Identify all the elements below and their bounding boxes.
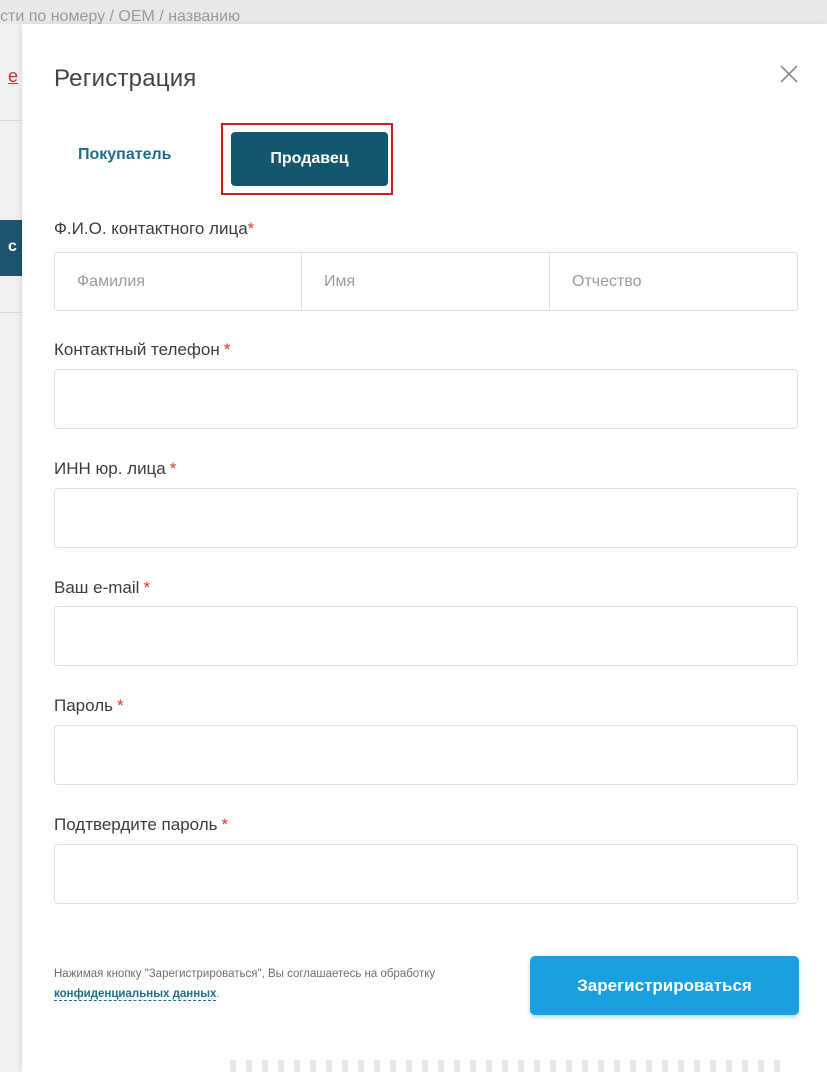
first-name-input[interactable] [324,253,549,310]
phone-label: Контактный телефон * [54,340,230,360]
background-link[interactable]: е [8,66,18,87]
password-label: Пароль * [54,696,124,716]
page: сти по номеру / OEM / названию е с Регис… [0,0,827,1072]
footer-cutoff [230,1060,790,1072]
background-divider [0,120,22,121]
required-mark: * [117,696,124,715]
first-name-cell [302,253,550,310]
last-name-input[interactable] [77,253,301,310]
consent-text: Нажимая кнопку "Зарегистрироваться", Вы … [54,964,524,1004]
required-mark: * [223,340,231,359]
registration-modal: Регистрация Покупатель Продавец Ф.И.О. к… [22,24,827,1072]
email-label-text: Ваш e-mail [54,578,140,597]
middle-name-cell [550,253,797,310]
background-button-label: с [8,238,17,255]
required-mark: * [143,578,151,597]
consent-text-after: . [216,988,220,1000]
password-input[interactable] [54,725,798,785]
fio-input-group [54,252,798,311]
required-mark: * [221,815,229,834]
email-label: Ваш e-mail * [54,578,150,598]
fio-label-text: Ф.И.О. контактного лица [54,219,248,238]
modal-title: Регистрация [54,65,197,92]
email-input[interactable] [54,606,798,666]
phone-label-text: Контактный телефон [54,340,220,359]
tab-seller-label: Продавец [270,150,349,167]
password-confirm-label: Подтвердите пароль * [54,815,228,835]
tab-buyer[interactable]: Покупатель [78,146,171,164]
inn-input[interactable] [54,488,798,548]
background-button[interactable]: с [0,220,22,276]
inn-label: ИНН юр. лица * [54,459,176,479]
register-button[interactable]: Зарегистрироваться [530,956,799,1015]
password-confirm-label-text: Подтвердите пароль [54,815,218,834]
privacy-link[interactable]: конфиденциальных данных [54,988,217,1001]
background-divider [0,312,22,313]
required-mark: * [247,219,255,238]
phone-input[interactable] [54,369,798,429]
fio-label: Ф.И.О. контактного лица* [54,219,254,239]
password-confirm-input[interactable] [54,844,798,904]
last-name-cell [55,253,302,310]
required-mark: * [169,459,177,478]
inn-label-text: ИНН юр. лица [54,459,166,478]
close-button[interactable] [777,60,801,88]
consent-text-before: Нажимая кнопку "Зарегистрироваться", Вы … [54,968,436,980]
middle-name-input[interactable] [572,253,797,310]
background-search-bar: сти по номеру / OEM / названию [0,0,827,25]
background-left-column [0,24,22,1072]
password-label-text: Пароль [54,696,113,715]
close-icon [780,65,798,83]
tab-seller[interactable]: Продавец [231,132,388,186]
